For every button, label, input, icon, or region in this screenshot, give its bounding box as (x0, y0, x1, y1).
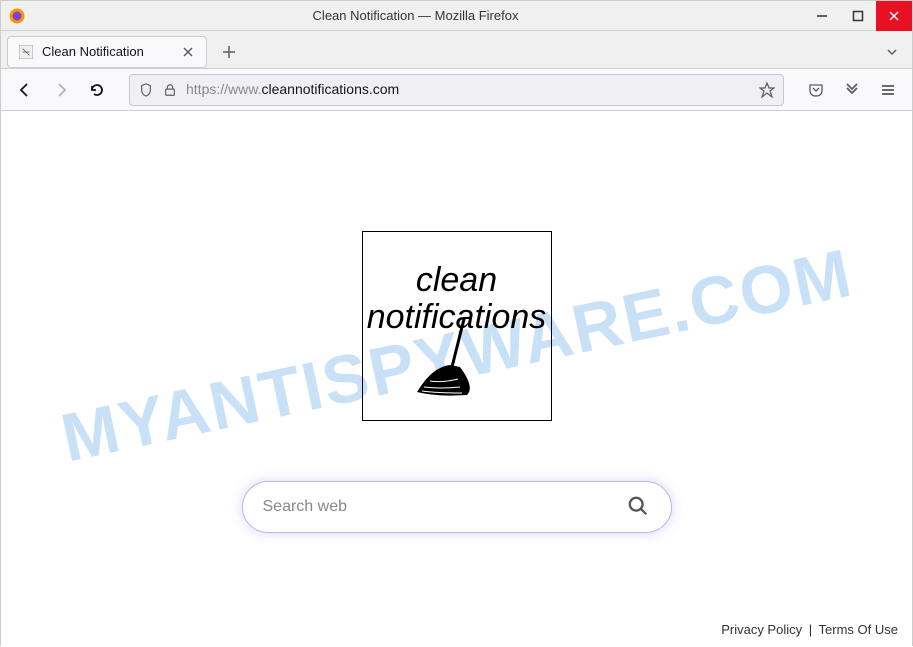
forward-button[interactable] (45, 74, 77, 106)
url-bar[interactable]: https://www.cleannotifications.com (129, 74, 784, 106)
terms-link[interactable]: Terms Of Use (819, 622, 898, 637)
tab-close-icon[interactable] (180, 44, 196, 60)
url-host: cleannotifications.com (261, 81, 399, 97)
overflow-button[interactable] (836, 74, 868, 106)
search-icon[interactable] (627, 495, 651, 519)
tab-title: Clean Notification (42, 44, 172, 59)
minimize-button[interactable] (804, 1, 840, 31)
url-scheme: https://www. (186, 81, 261, 97)
site-logo: clean notifications (362, 231, 552, 421)
window-title: Clean Notification — Mozilla Firefox (27, 8, 804, 23)
privacy-link[interactable]: Privacy Policy (721, 622, 802, 637)
page-content: MYANTISPYWARE.COM clean notifications (1, 111, 912, 647)
tabs-dropdown-button[interactable] (878, 38, 906, 66)
browser-tab[interactable]: Clean Notification (7, 36, 207, 68)
lock-icon[interactable] (162, 82, 178, 98)
bookmark-star-icon[interactable] (759, 82, 775, 98)
firefox-icon (7, 6, 27, 26)
footer-separator: | (809, 622, 812, 637)
logo-line1: clean (416, 261, 497, 299)
search-bar[interactable] (242, 481, 672, 533)
pocket-button[interactable] (800, 74, 832, 106)
tab-favicon (18, 44, 34, 60)
reload-button[interactable] (81, 74, 113, 106)
tab-bar: Clean Notification (1, 31, 912, 69)
menu-button[interactable] (872, 74, 904, 106)
broom-icon (402, 317, 512, 412)
footer-links: Privacy Policy | Terms Of Use (721, 622, 898, 637)
window-titlebar: Clean Notification — Mozilla Firefox (1, 1, 912, 31)
shield-icon[interactable] (138, 82, 154, 98)
url-text: https://www.cleannotifications.com (186, 81, 751, 99)
new-tab-button[interactable] (215, 38, 243, 66)
search-input[interactable] (263, 498, 627, 516)
back-button[interactable] (9, 74, 41, 106)
maximize-button[interactable] (840, 1, 876, 31)
navigation-toolbar: https://www.cleannotifications.com (1, 69, 912, 111)
close-button[interactable] (876, 1, 912, 31)
